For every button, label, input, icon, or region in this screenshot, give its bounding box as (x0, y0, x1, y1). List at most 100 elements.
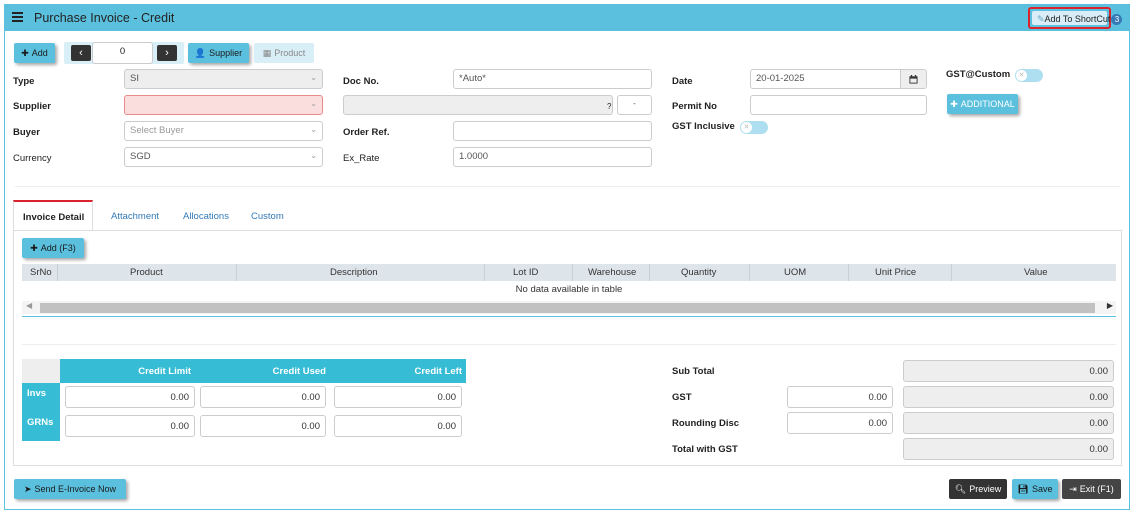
grns-credit-used[interactable]: 0.00 (200, 415, 326, 437)
col-product[interactable]: Product (130, 267, 163, 278)
date-input[interactable]: 20-01-2025 (750, 69, 927, 89)
supplier-select[interactable]: ⌄ (124, 95, 323, 115)
currency-value: SGD (130, 151, 151, 162)
send-einvoice-label: Send E-Invoice Now (34, 484, 117, 494)
gst-custom-label: GST@Custom (946, 69, 1011, 80)
grns-credit-limit[interactable]: 0.00 (65, 415, 195, 437)
product-button[interactable]: ▦ Product (254, 43, 314, 63)
search-icon: 🔍︎ (954, 483, 967, 494)
invs-credit-limit[interactable]: 0.00 (65, 386, 195, 408)
date-label: Date (672, 76, 693, 87)
product-button-label: Product (274, 48, 306, 58)
type-select[interactable]: SI ⌄ (124, 69, 323, 89)
plus-icon: ✚ (950, 98, 958, 109)
col-value[interactable]: Value (1024, 267, 1048, 278)
tab-custom[interactable]: Custom (251, 200, 284, 230)
docno-input[interactable]: *Auto* (453, 69, 652, 89)
buyer-label: Buyer (13, 127, 40, 138)
caret-down-icon: ⌄ (310, 99, 317, 108)
buyer-placeholder: Select Buyer (130, 125, 184, 136)
title-bar: Purchase Invoice - Credit ✎Add To ShortC… (5, 5, 1129, 31)
buyer-select[interactable]: Select Buyer ⌄ (124, 121, 323, 141)
gst-input[interactable]: 0.00 (787, 386, 893, 408)
subtotal-value: 0.00 (903, 360, 1114, 382)
plus-icon: ✚ (21, 47, 29, 58)
exrate-label: Ex_Rate (343, 153, 380, 164)
tab-attachment[interactable]: Attachment (111, 200, 159, 230)
rounding-label: Rounding Disc (672, 418, 740, 429)
caret-down-icon: ⌄ (310, 73, 317, 82)
supplier-button-label: Supplier (209, 48, 243, 58)
menu-icon[interactable] (12, 12, 23, 23)
invs-credit-used[interactable]: 0.00 (200, 386, 326, 408)
scroll-thumb[interactable] (40, 303, 1095, 313)
plus-icon: ✚ (30, 242, 38, 253)
add-to-shortcut-button[interactable]: ✎Add To ShortCut 3 (1032, 11, 1123, 25)
orderref-input[interactable] (453, 121, 652, 141)
calendar-icon (909, 74, 918, 84)
supplier-extra-select[interactable]: - (617, 95, 652, 115)
record-counter-input[interactable]: 0 (92, 42, 153, 64)
exit-icon: ⇥ (1069, 483, 1077, 494)
add-to-shortcut-highlight: ✎Add To ShortCut 3 (1028, 7, 1123, 29)
calendar-button[interactable] (900, 70, 926, 88)
permit-input[interactable] (750, 95, 927, 115)
col-unit-price[interactable]: Unit Price (875, 267, 916, 278)
permit-label: Permit No (672, 101, 717, 112)
save-button[interactable]: 💾︎ Save (1012, 479, 1058, 499)
add-line-label: Add (F3) (40, 243, 76, 253)
grns-credit-left[interactable]: 0.00 (334, 415, 462, 437)
additional-button-label: ADDITIONAL (960, 99, 1015, 109)
gst-custom-toggle[interactable]: ✕ (1015, 69, 1043, 82)
totals-divider (22, 344, 1116, 345)
col-quantity[interactable]: Quantity (681, 267, 716, 278)
form-divider (15, 186, 1120, 187)
additional-button[interactable]: ✚ ADDITIONAL (947, 94, 1018, 114)
question-label: ? (607, 102, 612, 111)
currency-label: Currency (13, 153, 52, 164)
credit-used-header: Credit Used (195, 359, 330, 383)
add-to-shortcut-label: Add To ShortCut (1044, 14, 1111, 24)
docno-label: Doc No. (343, 76, 379, 87)
invs-credit-left[interactable]: 0.00 (334, 386, 462, 408)
type-value: SI (130, 73, 139, 84)
col-uom[interactable]: UOM (784, 267, 806, 278)
send-icon: ➤ (23, 483, 32, 494)
preview-button[interactable]: 🔍︎ Preview (949, 479, 1007, 499)
col-lot-id[interactable]: Lot ID (513, 267, 538, 278)
page-title: Purchase Invoice - Credit (34, 11, 175, 25)
send-einvoice-button[interactable]: ➤ Send E-Invoice Now (14, 479, 126, 499)
credit-left-header: Credit Left (330, 359, 466, 383)
credit-row-invs-label: Invs (22, 383, 60, 412)
shortcut-count-badge: 3 (1111, 14, 1123, 25)
detail-table-header: SrNo Product Description Lot ID Warehous… (22, 264, 1116, 281)
add-button[interactable]: ✚ Add (14, 43, 55, 63)
gst-value: 0.00 (903, 386, 1114, 408)
col-description[interactable]: Description (330, 267, 378, 278)
total-with-gst-value: 0.00 (903, 438, 1114, 460)
col-warehouse[interactable]: Warehouse (588, 267, 636, 278)
currency-select[interactable]: SGD ⌄ (124, 147, 323, 167)
horizontal-scrollbar[interactable]: ◀ ▶ (22, 301, 1116, 314)
tab-invoice-detail[interactable]: Invoice Detail (13, 200, 94, 231)
scroll-right-icon[interactable]: ▶ (1107, 301, 1113, 310)
scroll-left-icon[interactable]: ◀ (26, 301, 32, 310)
next-record-button[interactable]: › (157, 45, 177, 61)
add-line-button[interactable]: ✚ Add (F3) (22, 238, 84, 258)
credit-limit-header: Credit Limit (60, 359, 195, 383)
tab-allocations[interactable]: Allocations (183, 200, 229, 230)
chevron-right-icon: › (165, 47, 169, 59)
exrate-input[interactable]: 1.0000 (453, 147, 652, 167)
gst-inclusive-toggle[interactable]: ✕ (740, 121, 768, 134)
col-srno[interactable]: SrNo (30, 267, 52, 278)
rounding-input[interactable]: 0.00 (787, 412, 893, 434)
exit-button[interactable]: ⇥ Exit (F1) (1062, 479, 1121, 499)
orderref-label: Order Ref. (343, 127, 390, 138)
close-icon: ✕ (1016, 70, 1027, 81)
supplier-button[interactable]: 👤 Supplier (188, 43, 249, 63)
exit-label: Exit (F1) (1079, 484, 1114, 494)
prev-record-button[interactable]: ‹ (71, 45, 91, 61)
gst-inclusive-label: GST Inclusive (672, 121, 735, 132)
credit-corner (22, 359, 60, 383)
supplier-label: Supplier (13, 101, 52, 112)
